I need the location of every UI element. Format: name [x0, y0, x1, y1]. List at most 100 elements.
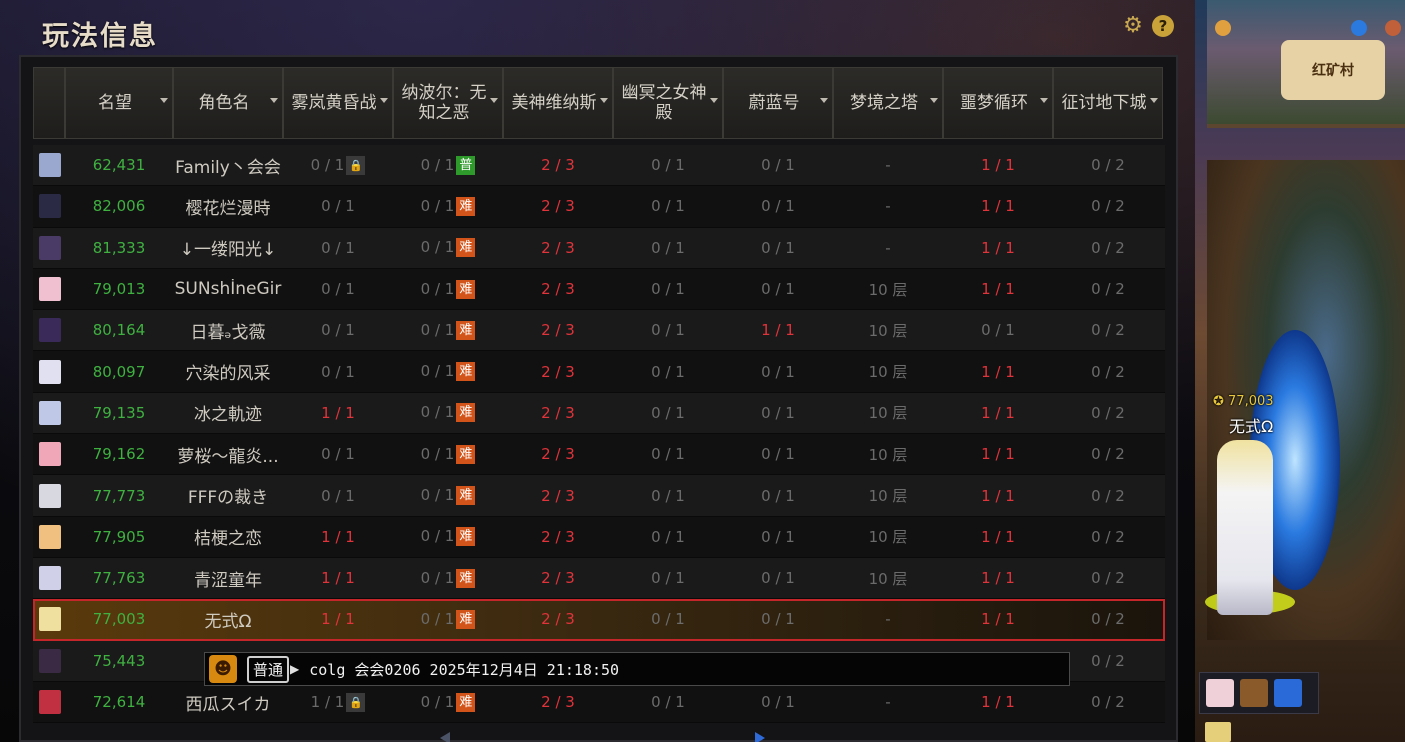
- cell-c6: 10 层: [833, 485, 943, 506]
- header-col-5[interactable]: 幽冥之女神殿: [613, 67, 723, 139]
- table-row[interactable]: 79,162 萝桜～龍炎... 0 / 10 / 1难2 / 30 / 10 / 1…: [33, 434, 1165, 476]
- header-col-3[interactable]: 纳波尔：无知之恶: [393, 67, 503, 139]
- cell-c2: 0 / 1难: [393, 609, 503, 629]
- cell-value: 0 / 1: [651, 486, 685, 505]
- character-portrait-icon[interactable]: [1206, 679, 1234, 707]
- cell-c1: 1 / 1: [283, 528, 393, 546]
- header-col-9[interactable]: 征讨地下城: [1053, 67, 1163, 139]
- cell-fame: 77,905: [65, 528, 173, 546]
- chat-bar[interactable]: ☻ 普通 ▶: [204, 652, 1070, 686]
- cell-c3: 2 / 3: [503, 239, 613, 257]
- book-icon[interactable]: [1205, 722, 1231, 742]
- cell-fame: 77,763: [65, 569, 173, 587]
- cell-value: 0 / 1: [321, 197, 355, 216]
- chat-input[interactable]: [309, 660, 1010, 678]
- table-row[interactable]: 77,763 青涩童年 1 / 10 / 1难2 / 30 / 10 / 1 10 层…: [33, 557, 1165, 600]
- cell-value: 1 / 1: [981, 197, 1015, 216]
- table-row[interactable]: 77,773 FFFの裁き 0 / 10 / 1难2 / 30 / 10 / 1 10…: [33, 475, 1165, 517]
- table-row[interactable]: 81,333 ↓一缕阳光↓ 0 / 10 / 1难2 / 30 / 10 / 1-1…: [33, 227, 1165, 269]
- player-character[interactable]: [1217, 440, 1273, 615]
- cell-fame: 77,003: [65, 610, 173, 628]
- cell-value: 10 层: [868, 321, 908, 340]
- table-body: 62,431 Family丶会会 0 / 1 🔒 0 / 1普2 / 30 / 10 /…: [33, 145, 1165, 724]
- cell-value: 0 / 1: [651, 569, 685, 588]
- minimap[interactable]: 红矿村: [1207, 0, 1405, 128]
- table-row[interactable]: 82,006 樱花烂漫時 0 / 10 / 1难2 / 30 / 10 / 1-1 …: [33, 186, 1165, 228]
- cell-c2: 0 / 1难: [393, 320, 503, 340]
- cell-fame: 75,443: [65, 652, 173, 670]
- cell-value: 0 / 1: [420, 486, 455, 505]
- table-row[interactable]: 80,164 日暮ₔ戈薇 0 / 10 / 1难2 / 30 / 11 / 1 10 …: [33, 310, 1165, 352]
- cell-c5: 0 / 1: [723, 280, 833, 298]
- header-col-0[interactable]: 名望: [65, 67, 173, 139]
- cell-value: 77,763: [92, 569, 146, 588]
- cards-icon[interactable]: [1274, 679, 1302, 707]
- cell-value: 2 / 3: [541, 569, 575, 588]
- table-row[interactable]: 80,097 穴染的风采 0 / 10 / 1难2 / 30 / 10 / 1 10 …: [33, 351, 1165, 393]
- header-col-7[interactable]: 梦境之塔: [833, 67, 943, 139]
- cell-value: 0 / 1: [321, 280, 355, 299]
- sort-caret-icon: [270, 98, 278, 103]
- header-col-6[interactable]: 蔚蓝号: [723, 67, 833, 139]
- cell-c6: 10 层: [833, 526, 943, 547]
- avatar-cell: [33, 442, 65, 467]
- header-col-4[interactable]: 美神维纳斯: [503, 67, 613, 139]
- table-row[interactable]: 79,013 SUNshİneGir 0 / 10 / 1难2 / 30 / 10 …: [33, 268, 1165, 311]
- cell-value: 0 / 1: [321, 238, 355, 257]
- header-col-1[interactable]: 角色名: [173, 67, 283, 139]
- table-row[interactable]: 72,614 西瓜スイカ 1 / 1 🔒 0 / 1难2 / 30 / 10 / 1-1…: [33, 681, 1165, 724]
- cell-c2: 0 / 1难: [393, 279, 503, 299]
- sort-caret-icon: [930, 98, 938, 103]
- cell-c7: 1 / 1: [943, 156, 1053, 174]
- sort-caret-icon: [1040, 98, 1048, 103]
- cell-c4: 0 / 1: [613, 569, 723, 587]
- cell-value: SUNshİneGir: [174, 279, 282, 300]
- cell-value: 0 / 1: [420, 155, 455, 174]
- cell-value: 10 层: [868, 404, 908, 423]
- cell-c6: 10 层: [833, 320, 943, 341]
- table-row[interactable]: 62,431 Family丶会会 0 / 1 🔒 0 / 1普2 / 30 / 10 /…: [33, 145, 1165, 187]
- cell-name: 冰之軌迹: [173, 400, 283, 425]
- cell-fame: 79,162: [65, 445, 173, 463]
- cell-fame: 80,097: [65, 363, 173, 381]
- cell-c5: 0 / 1: [723, 404, 833, 422]
- next-page-icon[interactable]: [755, 732, 765, 742]
- chat-channel-button[interactable]: 普通: [247, 655, 290, 683]
- header-col-label: 雾岚黄昏战: [291, 93, 377, 113]
- prev-page-icon[interactable]: [440, 732, 450, 742]
- cell-value: 0 / 1: [420, 692, 455, 711]
- cell-c2: 0 / 1普: [393, 155, 503, 175]
- header-col-2[interactable]: 雾岚黄昏战: [283, 67, 393, 139]
- cell-value: 0 / 2: [1091, 280, 1125, 299]
- table-row-selected[interactable]: 77,003 无式Ω 1 / 10 / 1难2 / 30 / 10 / 1-1 / …: [33, 599, 1165, 641]
- avatar-cell: [33, 194, 65, 219]
- avatar: [39, 235, 61, 260]
- cell-value: 0 / 2: [1091, 156, 1125, 175]
- smiley-icon[interactable]: ☻: [209, 655, 237, 683]
- table-header: 名望 角色名 雾岚黄昏战 纳波尔：无知之恶 美神维纳斯 幽冥之女神殿 蔚蓝号 梦境之塔 噩梦循环…: [33, 67, 1165, 139]
- cell-c3: 2 / 3: [503, 156, 613, 174]
- cell-value: 0 / 1: [321, 321, 355, 340]
- cell-c6: -: [833, 156, 943, 174]
- gear-icon[interactable]: ⚙: [1122, 15, 1144, 37]
- cell-value: 0 / 1: [761, 403, 795, 422]
- anvil-icon[interactable]: [1240, 679, 1268, 707]
- cell-value: 10 层: [868, 445, 908, 464]
- cell-c4: 0 / 1: [613, 280, 723, 298]
- hard-badge: 难: [456, 279, 476, 299]
- cell-value: 0 / 2: [1091, 197, 1125, 216]
- table-row[interactable]: 77,905 桔梗之恋 1 / 10 / 1难2 / 30 / 10 / 1 10 层…: [33, 516, 1165, 558]
- header-col-label: 美神维纳斯: [511, 93, 597, 113]
- cell-value: 穴染的风采: [185, 364, 271, 385]
- cell-fame: 81,333: [65, 239, 173, 257]
- avatar: [39, 690, 61, 714]
- question-icon[interactable]: ?: [1152, 15, 1174, 37]
- cell-value: -: [885, 197, 891, 216]
- cell-value: 樱花烂漫時: [185, 198, 271, 219]
- header-col-label: 幽冥之女神殿: [621, 83, 707, 123]
- table-row[interactable]: 79,135 冰之軌迹 1 / 10 / 1难2 / 30 / 10 / 1 10 层…: [33, 392, 1165, 435]
- player-fame: ✪ 77,003: [1213, 394, 1274, 409]
- cell-value: 2 / 3: [541, 445, 575, 464]
- header-col-8[interactable]: 噩梦循环: [943, 67, 1053, 139]
- avatar-cell: [33, 359, 65, 384]
